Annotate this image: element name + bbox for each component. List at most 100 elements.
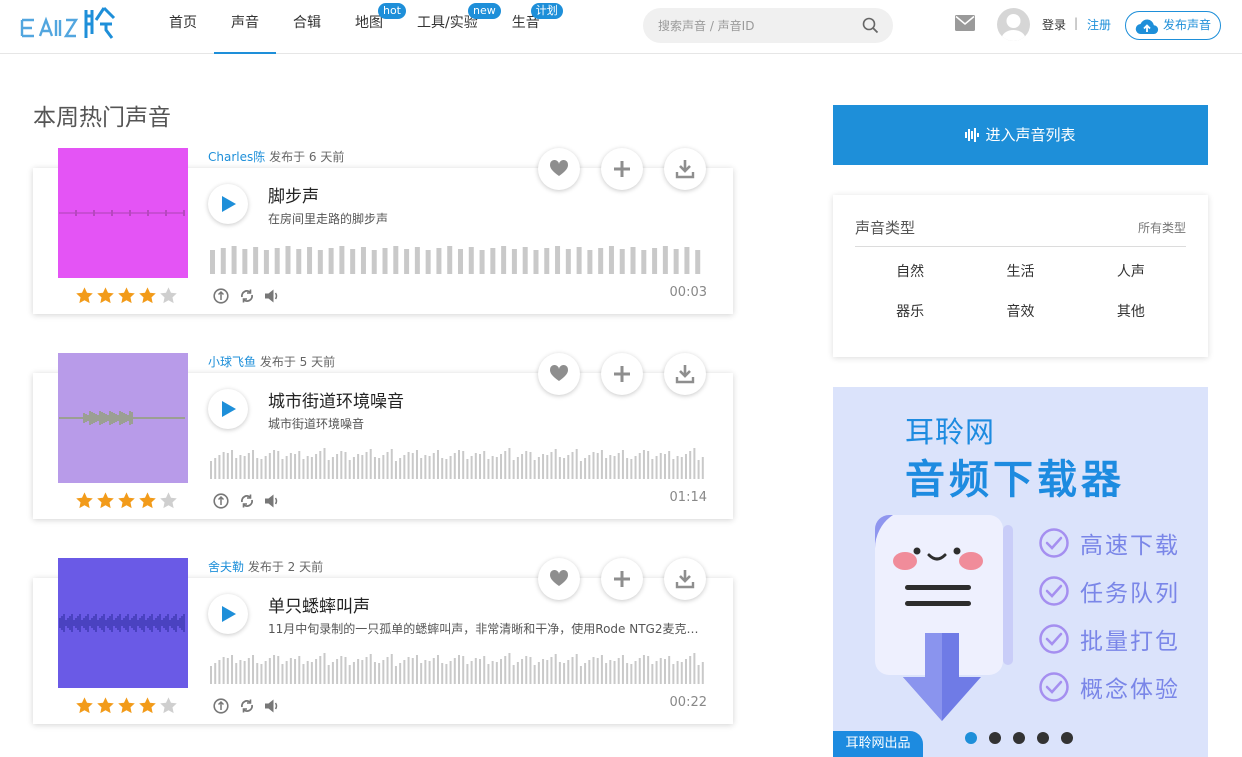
waveform-bar — [588, 660, 591, 684]
waveform-bar — [458, 450, 460, 479]
waveform-bar — [668, 451, 671, 479]
login-link[interactable]: 登录 — [1042, 16, 1066, 33]
like-button[interactable] — [538, 353, 580, 395]
types-title: 声音类型 — [855, 219, 916, 237]
waveform-bar — [533, 460, 536, 479]
waveform-bar — [504, 656, 507, 684]
register-link[interactable]: 注册 — [1087, 16, 1111, 33]
speed-icon[interactable] — [213, 288, 229, 304]
sound-description: 城市街道环境噪音 — [268, 417, 365, 431]
play-button[interactable] — [208, 594, 248, 634]
download-button[interactable] — [664, 558, 706, 600]
carousel-dot[interactable] — [1013, 732, 1025, 744]
add-to-collection-button[interactable] — [601, 353, 643, 395]
sound-thumbnail[interactable] — [58, 148, 188, 278]
waveform-bar — [365, 452, 368, 479]
nav-sounds[interactable]: 声音 — [214, 0, 276, 54]
rating-stars — [75, 286, 178, 305]
waveform-bar — [466, 459, 469, 479]
waveform-bar — [458, 249, 463, 274]
play-button[interactable] — [208, 389, 248, 429]
carousel-dots — [965, 732, 1073, 744]
waveform-bar — [449, 456, 452, 479]
enter-sound-list-button[interactable]: 进入声音列表 — [833, 105, 1208, 165]
play-button[interactable] — [208, 184, 248, 224]
waveform-bar — [350, 249, 356, 274]
waveform-bar — [546, 455, 549, 479]
sound-thumbnail[interactable] — [58, 558, 188, 688]
like-button[interactable] — [538, 558, 580, 600]
waveform-bar — [428, 456, 431, 479]
waveform-bar — [378, 458, 381, 479]
type-nature[interactable]: 自然 — [855, 263, 965, 281]
search-icon[interactable] — [862, 17, 879, 34]
search-input[interactable] — [658, 8, 858, 43]
nav-collections[interactable]: 合辑 — [276, 0, 338, 54]
play-icon — [222, 401, 236, 417]
waveform-bar — [404, 249, 410, 274]
author-link[interactable]: 小球飞鱼 — [208, 355, 256, 369]
type-life[interactable]: 生活 — [965, 263, 1075, 281]
sound-title[interactable]: 单只蟋蟀叫声 — [268, 592, 370, 617]
download-icon — [675, 570, 695, 589]
waveform-bar — [420, 458, 423, 479]
nav-map[interactable]: 地图 hot — [338, 0, 406, 54]
sound-thumbnail[interactable] — [58, 353, 188, 483]
waveform-bar — [567, 455, 570, 479]
waveform-bar — [242, 249, 248, 274]
waveform-bar — [521, 454, 524, 479]
waveform-bar — [613, 661, 616, 684]
carousel-dot[interactable] — [1061, 732, 1073, 744]
downloader-ad-banner[interactable]: 耳聆网 音频下载器 高速下载 任务队列 批量打包 概念体验 耳聆网出品 — [833, 387, 1208, 757]
type-effects[interactable]: 音效 — [965, 303, 1075, 321]
type-voice[interactable]: 人声 — [1076, 263, 1186, 281]
nav-shengyin[interactable]: 生音 计划 — [495, 0, 563, 54]
avatar[interactable] — [997, 8, 1030, 41]
earling-logo[interactable] — [20, 6, 124, 42]
waveform-bar — [424, 660, 427, 684]
waveform-progress[interactable] — [210, 650, 706, 684]
waveform-bar — [676, 456, 679, 479]
like-button[interactable] — [538, 148, 580, 190]
sound-title[interactable]: 城市街道环境噪音 — [268, 387, 404, 412]
waveform-bar — [462, 656, 465, 684]
all-types-link[interactable]: 所有类型 — [1138, 219, 1186, 236]
add-to-collection-button[interactable] — [601, 558, 643, 600]
carousel-dot[interactable] — [965, 732, 977, 744]
add-to-collection-button[interactable] — [601, 148, 643, 190]
nav-tools[interactable]: 工具/实验 new — [400, 0, 501, 54]
type-other[interactable]: 其他 — [1076, 303, 1186, 321]
waveform-bar — [394, 666, 397, 684]
volume-icon[interactable] — [264, 698, 280, 714]
speed-icon[interactable] — [213, 493, 229, 509]
waveform-bar — [651, 664, 654, 684]
search-box — [643, 8, 893, 43]
carousel-dot[interactable] — [989, 732, 1001, 744]
carousel-dot[interactable] — [1037, 732, 1049, 744]
waveform-bar — [331, 457, 334, 479]
waveform-bar — [608, 246, 614, 274]
waveform-bar — [420, 663, 423, 684]
loop-icon[interactable] — [239, 288, 255, 304]
waveform-bar — [697, 460, 700, 479]
download-button[interactable] — [664, 353, 706, 395]
speed-icon[interactable] — [213, 698, 229, 714]
nav-home[interactable]: 首页 — [152, 0, 214, 54]
author-link[interactable]: 舍夫勒 — [208, 560, 244, 574]
type-instrument[interactable]: 器乐 — [855, 303, 965, 321]
waveform-bar — [432, 453, 435, 479]
mail-icon[interactable] — [955, 15, 975, 31]
loop-icon[interactable] — [239, 493, 255, 509]
waveform-bar — [281, 459, 284, 479]
download-button[interactable] — [664, 148, 706, 190]
sound-title[interactable]: 脚步声 — [268, 182, 319, 207]
waveform-bar — [575, 449, 578, 479]
waveform-progress[interactable] — [210, 445, 706, 479]
waveform-progress[interactable] — [210, 240, 706, 274]
volume-icon[interactable] — [264, 493, 280, 509]
loop-icon[interactable] — [239, 698, 255, 714]
waveform-bar — [697, 665, 700, 684]
publish-sound-button[interactable]: 发布声音 — [1125, 11, 1221, 40]
volume-icon[interactable] — [264, 288, 280, 304]
author-link[interactable]: Charles陈 — [208, 150, 265, 164]
